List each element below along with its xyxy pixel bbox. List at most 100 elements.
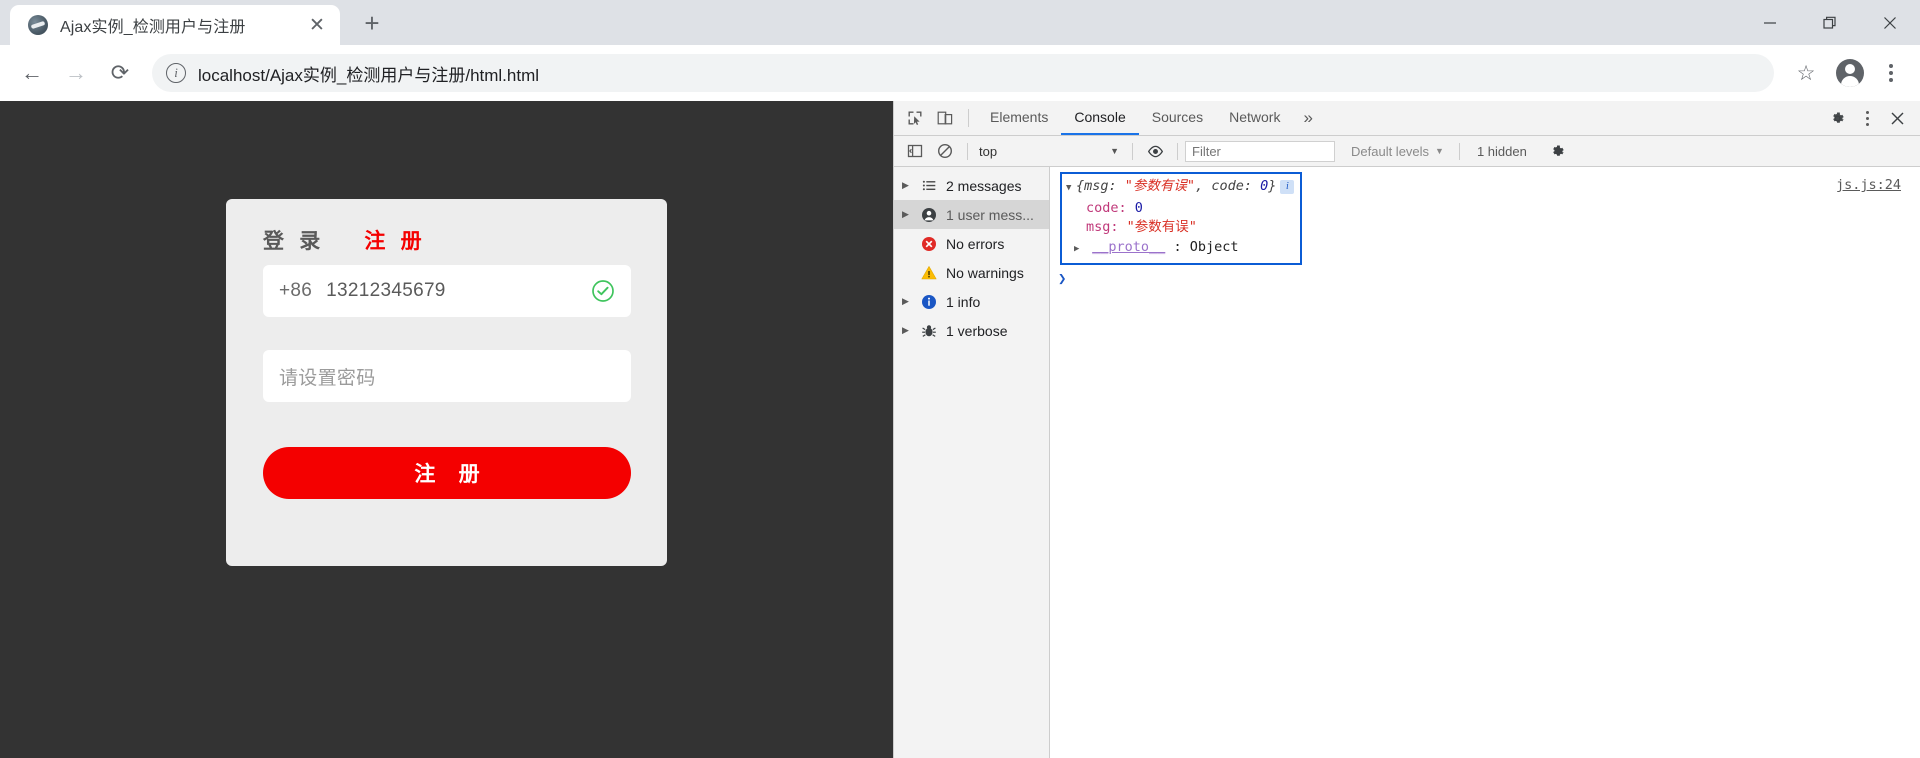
sidebar-item-label: 1 verbose bbox=[946, 322, 1008, 339]
browser-window: Ajax实例_检测用户与注册 ✕ + ← → ⟳ i localhost/Aja… bbox=[0, 0, 1920, 758]
bookmark-star-icon[interactable]: ☆ bbox=[1786, 53, 1826, 93]
window-controls bbox=[1740, 0, 1920, 45]
show-console-sidebar-icon[interactable] bbox=[900, 137, 930, 165]
tab-register[interactable]: 注 册 bbox=[364, 225, 425, 255]
info-badge[interactable]: i bbox=[1280, 180, 1295, 194]
chevron-right-icon[interactable]: ▶ bbox=[902, 296, 912, 307]
console-settings-gear-icon[interactable] bbox=[1541, 137, 1575, 165]
more-tabs-icon[interactable]: » bbox=[1293, 108, 1322, 128]
sidebar-item-label: 1 user mess... bbox=[946, 206, 1034, 223]
source-link[interactable]: js.js:24 bbox=[1836, 177, 1901, 193]
site-info-icon[interactable]: i bbox=[166, 63, 186, 83]
phone-input[interactable]: +86 13212345679 bbox=[263, 265, 631, 317]
hidden-messages-count[interactable]: 1 hidden bbox=[1467, 144, 1537, 159]
register-card: 登 录 注 册 +86 13212345679 请设置密码 注 册 bbox=[226, 199, 667, 566]
divider bbox=[968, 109, 969, 127]
content-area: 登 录 注 册 +86 13212345679 请设置密码 注 册 Elemen… bbox=[0, 101, 1920, 758]
property-key: msg: bbox=[1086, 219, 1119, 235]
minimize-button[interactable] bbox=[1740, 0, 1800, 45]
address-bar[interactable]: i localhost/Ajax实例_检测用户与注册/html.html bbox=[152, 54, 1774, 92]
close-devtools-icon[interactable] bbox=[1880, 104, 1914, 132]
chevron-right-icon[interactable]: ▶ bbox=[902, 209, 912, 220]
kebab-menu-icon[interactable] bbox=[1854, 104, 1880, 132]
object-summary-line[interactable]: ▼ {msg: "参数有误", code: 0} i bbox=[1066, 177, 1295, 199]
chrome-menu-icon[interactable] bbox=[1874, 53, 1908, 93]
sidebar-item-verbose[interactable]: ▶ 1 verbose bbox=[894, 316, 1049, 345]
object-close-brace: } bbox=[1268, 178, 1277, 194]
new-tab-button[interactable]: + bbox=[352, 3, 392, 43]
chevron-right-icon[interactable]: ▶ bbox=[902, 180, 912, 191]
devtools-tabbar-right bbox=[1820, 104, 1920, 132]
back-icon[interactable]: ← bbox=[12, 53, 52, 93]
error-icon bbox=[920, 235, 938, 253]
sidebar-item-label: 2 messages bbox=[946, 177, 1022, 194]
close-icon[interactable]: ✕ bbox=[304, 12, 330, 38]
sidebar-item-user-messages[interactable]: ▶ 1 user mess... bbox=[894, 200, 1049, 229]
tab-elements[interactable]: Elements bbox=[977, 101, 1061, 135]
property-value: 0 bbox=[1134, 199, 1143, 216]
warning-icon bbox=[920, 264, 938, 282]
card-tab-bar: 登 录 注 册 bbox=[226, 199, 667, 255]
property-value: "参数有误" bbox=[1126, 219, 1197, 235]
window-close-button[interactable] bbox=[1860, 0, 1920, 45]
chevron-right-icon[interactable]: ▶ bbox=[902, 325, 912, 336]
navigation-toolbar: ← → ⟳ i localhost/Ajax实例_检测用户与注册/html.ht… bbox=[0, 45, 1920, 101]
password-input[interactable]: 请设置密码 bbox=[263, 350, 631, 402]
sidebar-item-warnings[interactable]: ▶ No warnings bbox=[894, 258, 1049, 287]
property-key: code: bbox=[1086, 199, 1127, 216]
live-expression-eye-icon[interactable] bbox=[1140, 137, 1170, 165]
execution-context-select[interactable]: top ▼ bbox=[975, 144, 1125, 159]
collapse-arrow-icon[interactable]: ▼ bbox=[1066, 179, 1076, 199]
info-icon bbox=[920, 293, 938, 311]
browser-tab[interactable]: Ajax实例_检测用户与注册 ✕ bbox=[10, 5, 340, 45]
console-body: ▶ 2 messages ▶ 1 user mess... No errors … bbox=[894, 167, 1920, 758]
sidebar-item-label: No errors bbox=[946, 235, 1005, 252]
globe-icon bbox=[28, 15, 48, 35]
tab-sources[interactable]: Sources bbox=[1139, 101, 1216, 135]
object-open-brace: { bbox=[1076, 178, 1085, 194]
console-output: ▼ {msg: "参数有误", code: 0} i code: 0 msg: "参… bbox=[1050, 167, 1920, 758]
inspect-element-icon[interactable] bbox=[900, 104, 930, 132]
avatar[interactable] bbox=[1836, 59, 1864, 87]
logged-object[interactable]: ▼ {msg: "参数有误", code: 0} i code: 0 msg: "参… bbox=[1060, 172, 1303, 265]
execution-context-value: top bbox=[979, 143, 998, 159]
console-sidebar: ▶ 2 messages ▶ 1 user mess... No errors … bbox=[894, 167, 1050, 758]
register-submit-button[interactable]: 注 册 bbox=[263, 447, 631, 499]
maximize-restore-button[interactable] bbox=[1800, 0, 1860, 45]
filter-input[interactable] bbox=[1185, 140, 1335, 162]
tab-login[interactable]: 登 录 bbox=[263, 225, 324, 255]
user-icon bbox=[920, 206, 938, 224]
summary-value-msg: "参数有误" bbox=[1124, 178, 1196, 194]
device-toolbar-icon[interactable] bbox=[930, 104, 960, 132]
expand-arrow-icon[interactable]: ▶ bbox=[1074, 240, 1084, 260]
summary-key-code: code: bbox=[1211, 178, 1252, 194]
log-levels-label: Default levels bbox=[1351, 143, 1430, 159]
reload-icon[interactable]: ⟳ bbox=[100, 53, 140, 93]
chevron-down-icon: ▼ bbox=[1110, 146, 1119, 156]
object-proto-row[interactable]: ▶ __proto__ : Object bbox=[1066, 238, 1294, 260]
sidebar-item-errors[interactable]: ▶ No errors bbox=[894, 229, 1049, 258]
proto-separator: : bbox=[1173, 238, 1182, 255]
check-circle-icon bbox=[591, 279, 615, 303]
chevron-down-icon: ▼ bbox=[1435, 146, 1444, 156]
tab-network[interactable]: Network bbox=[1216, 101, 1293, 135]
summary-comma: , bbox=[1195, 178, 1204, 194]
divider bbox=[1458, 142, 1460, 160]
devtools-tab-bar: Elements Console Sources Network » bbox=[894, 101, 1920, 136]
devtools-panel: Elements Console Sources Network » top ▼… bbox=[893, 101, 1920, 758]
forward-icon[interactable]: → bbox=[56, 53, 96, 93]
sidebar-item-info[interactable]: ▶ 1 info bbox=[894, 287, 1049, 316]
sidebar-item-messages[interactable]: ▶ 2 messages bbox=[894, 171, 1049, 200]
console-filter-bar: top ▼ Default levels ▼ 1 hidden bbox=[894, 136, 1920, 167]
object-property-row: code: 0 bbox=[1066, 199, 1294, 219]
log-levels-select[interactable]: Default levels ▼ bbox=[1343, 144, 1452, 159]
summary-key-msg: msg: bbox=[1084, 178, 1117, 194]
console-prompt[interactable]: ❯ bbox=[1050, 265, 1920, 287]
page-viewport: 登 录 注 册 +86 13212345679 请设置密码 注 册 bbox=[0, 101, 893, 758]
tab-console[interactable]: Console bbox=[1061, 101, 1139, 135]
gear-icon[interactable] bbox=[1820, 104, 1854, 132]
clear-console-icon[interactable] bbox=[930, 137, 960, 165]
divider bbox=[1177, 142, 1178, 160]
toolbar-right: ☆ bbox=[1786, 53, 1908, 93]
divider bbox=[967, 142, 968, 160]
